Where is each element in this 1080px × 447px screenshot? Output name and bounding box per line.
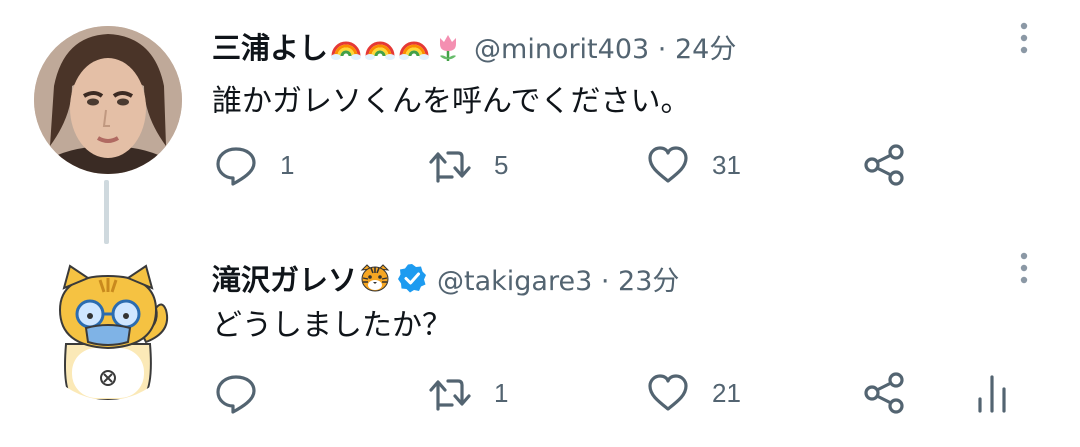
reply-count: 1 xyxy=(280,149,295,180)
tweet[interactable]: 三浦よし @minorit403 · 24分 誰かガレソくんを呼んでください。 … xyxy=(0,0,1080,244)
share-button[interactable] xyxy=(862,140,906,190)
like-button[interactable]: 21 xyxy=(646,368,741,418)
tweet-header: 滝沢ガレソ @takigare3 · 23分 xyxy=(212,258,679,298)
tweet[interactable]: 滝沢ガレソ @takigare3 · 23分 どうしましたか？ 1 21 xyxy=(0,222,1080,447)
rainbow-icon xyxy=(331,41,362,60)
retweet-icon xyxy=(429,379,471,411)
reply-icon xyxy=(216,375,256,414)
share-button[interactable] xyxy=(862,368,906,418)
like-button[interactable]: 31 xyxy=(646,140,741,190)
share-icon xyxy=(864,144,904,186)
tweet-actions: 1 21 xyxy=(0,368,1080,418)
user-handle[interactable]: @takigare3 xyxy=(437,266,592,297)
like-count: 21 xyxy=(712,377,741,408)
analytics-button[interactable] xyxy=(970,368,1014,418)
more-options-icon[interactable] xyxy=(1012,250,1036,286)
like-count: 31 xyxy=(712,149,741,180)
retweet-count: 5 xyxy=(494,149,509,180)
tweet-text: どうしましたか？ xyxy=(212,308,452,343)
rainbow-icon xyxy=(399,41,430,60)
tiger-face-icon xyxy=(360,264,390,292)
tulip-icon xyxy=(440,35,457,61)
retweet-count: 1 xyxy=(494,377,509,408)
separator-dot: · xyxy=(600,265,610,297)
analytics-bars-icon xyxy=(978,375,1006,413)
separator-dot: · xyxy=(657,33,667,65)
rainbow-icon xyxy=(365,41,396,60)
user-handle[interactable]: @minorit403 xyxy=(474,34,649,65)
reply-button[interactable]: 1 xyxy=(214,140,294,190)
tweet-timestamp[interactable]: 24分 xyxy=(675,34,736,65)
tweet-header: 三浦よし @minorit403 · 24分 xyxy=(212,26,736,66)
reply-button[interactable] xyxy=(214,368,280,418)
tweet-timestamp[interactable]: 23分 xyxy=(618,266,679,297)
retweet-icon xyxy=(429,151,471,183)
reply-icon xyxy=(216,147,256,186)
verified-badge-icon xyxy=(398,264,427,293)
retweet-button[interactable]: 5 xyxy=(428,140,508,190)
tweet-text: 誰かガレソくんを呼んでください。 xyxy=(212,84,691,119)
more-options-icon[interactable] xyxy=(1012,20,1036,56)
display-name[interactable]: 三浦よし xyxy=(212,25,328,67)
share-icon xyxy=(864,372,904,414)
heart-icon xyxy=(648,146,688,183)
display-name[interactable]: 滝沢ガレソ xyxy=(212,257,357,299)
heart-icon xyxy=(648,374,688,411)
tweet-actions: 1 5 31 xyxy=(0,140,1080,190)
retweet-button[interactable]: 1 xyxy=(428,368,508,418)
